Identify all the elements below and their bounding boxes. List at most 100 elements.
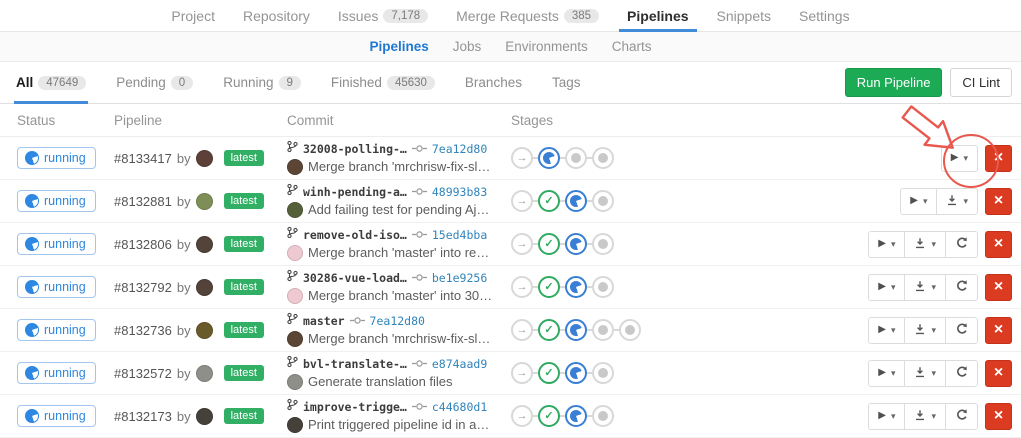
user-avatar[interactable] xyxy=(196,193,213,210)
pipeline-id-link[interactable]: #8132572 xyxy=(114,366,172,381)
stage-check-icon[interactable] xyxy=(538,276,560,298)
pipeline-id-link[interactable]: #8132881 xyxy=(114,194,172,209)
tab-running[interactable]: Running9 xyxy=(223,62,301,103)
stage-running-icon[interactable] xyxy=(565,319,587,341)
commit-message-link[interactable]: Print triggered pipeline id in a… xyxy=(308,416,489,434)
retry-button[interactable] xyxy=(945,232,977,257)
cancel-pipeline-button[interactable] xyxy=(985,317,1012,344)
play-button[interactable]: ▶▾ xyxy=(869,232,904,257)
download-artifacts-button[interactable]: ▾ xyxy=(904,361,945,386)
commit-author-avatar[interactable] xyxy=(287,202,303,218)
stage-dot-icon[interactable] xyxy=(592,276,614,298)
stage-arrow-icon[interactable] xyxy=(511,147,533,169)
commit-message-link[interactable]: Merge branch 'master' into 30… xyxy=(308,287,492,305)
subnav-item-charts[interactable]: Charts xyxy=(612,39,652,54)
stage-arrow-icon[interactable] xyxy=(511,233,533,255)
stage-dot-icon[interactable] xyxy=(592,147,614,169)
nav-item-settings[interactable]: Settings xyxy=(799,0,850,31)
commit-message-link[interactable]: Merge branch 'master' into re… xyxy=(308,244,489,262)
retry-button[interactable] xyxy=(945,404,977,429)
play-button[interactable]: ▶▾ xyxy=(869,361,904,386)
tab-branches[interactable]: Branches xyxy=(465,62,522,103)
retry-button[interactable] xyxy=(945,275,977,300)
stage-running-icon[interactable] xyxy=(565,405,587,427)
tab-pending[interactable]: Pending0 xyxy=(116,62,193,103)
stage-check-icon[interactable] xyxy=(538,233,560,255)
stage-dot-icon[interactable] xyxy=(592,233,614,255)
subnav-item-jobs[interactable]: Jobs xyxy=(453,39,482,54)
cancel-pipeline-button[interactable] xyxy=(985,188,1012,215)
commit-message-link[interactable]: Merge branch 'mrchrisw-fix-sl… xyxy=(308,330,490,348)
download-artifacts-button[interactable]: ▾ xyxy=(904,232,945,257)
pipeline-id-link[interactable]: #8132792 xyxy=(114,280,172,295)
ci-lint-button[interactable]: CI Lint xyxy=(950,68,1012,97)
commit-author-avatar[interactable] xyxy=(287,374,303,390)
retry-button[interactable] xyxy=(945,361,977,386)
branch-link[interactable]: winh-pending-a… xyxy=(303,183,407,201)
stage-check-icon[interactable] xyxy=(538,405,560,427)
play-button[interactable]: ▶▾ xyxy=(869,404,904,429)
stage-arrow-icon[interactable] xyxy=(511,319,533,341)
stage-running-icon[interactable] xyxy=(538,147,560,169)
commit-author-avatar[interactable] xyxy=(287,417,303,433)
commit-message-link[interactable]: Merge branch 'mrchrisw-fix-sl… xyxy=(308,158,490,176)
stage-arrow-icon[interactable] xyxy=(511,405,533,427)
run-pipeline-button[interactable]: Run Pipeline xyxy=(845,68,943,97)
stage-arrow-icon[interactable] xyxy=(511,362,533,384)
user-avatar[interactable] xyxy=(196,322,213,339)
download-artifacts-button[interactable]: ▾ xyxy=(904,275,945,300)
retry-button[interactable] xyxy=(945,318,977,343)
nav-item-merge-requests[interactable]: Merge Requests385 xyxy=(456,0,599,31)
status-badge[interactable]: running xyxy=(17,233,96,255)
status-badge[interactable]: running xyxy=(17,276,96,298)
commit-sha-link[interactable]: c44680d1 xyxy=(432,398,487,416)
branch-link[interactable]: master xyxy=(303,312,345,330)
stage-dot-icon[interactable] xyxy=(592,405,614,427)
status-badge[interactable]: running xyxy=(17,362,96,384)
nav-item-project[interactable]: Project xyxy=(171,0,215,31)
pipeline-id-link[interactable]: #8133417 xyxy=(114,151,172,166)
status-badge[interactable]: running xyxy=(17,405,96,427)
stage-arrow-icon[interactable] xyxy=(511,276,533,298)
stage-dot-icon[interactable] xyxy=(592,190,614,212)
branch-link[interactable]: 32008-polling-… xyxy=(303,140,407,158)
stage-dot-icon[interactable] xyxy=(565,147,587,169)
nav-item-repository[interactable]: Repository xyxy=(243,0,310,31)
commit-sha-link[interactable]: 15ed4bba xyxy=(432,226,487,244)
user-avatar[interactable] xyxy=(196,365,213,382)
play-button[interactable]: ▶▾ xyxy=(901,189,936,214)
branch-link[interactable]: 30286-vue-load… xyxy=(303,269,407,287)
commit-author-avatar[interactable] xyxy=(287,288,303,304)
commit-message-link[interactable]: Generate translation files xyxy=(308,373,453,391)
subnav-item-pipelines[interactable]: Pipelines xyxy=(369,39,428,54)
tab-all[interactable]: All47649 xyxy=(16,62,86,103)
status-badge[interactable]: running xyxy=(17,319,96,341)
cancel-pipeline-button[interactable] xyxy=(985,403,1012,430)
play-button[interactable]: ▶▾ xyxy=(869,318,904,343)
download-artifacts-button[interactable]: ▾ xyxy=(936,189,977,214)
stage-dot-icon[interactable] xyxy=(592,362,614,384)
stage-check-icon[interactable] xyxy=(538,190,560,212)
commit-author-avatar[interactable] xyxy=(287,159,303,175)
pipeline-id-link[interactable]: #8132806 xyxy=(114,237,172,252)
branch-link[interactable]: remove-old-iso… xyxy=(303,226,407,244)
user-avatar[interactable] xyxy=(196,279,213,296)
stage-dot-icon[interactable] xyxy=(619,319,641,341)
cancel-pipeline-button[interactable] xyxy=(985,145,1012,172)
user-avatar[interactable] xyxy=(196,236,213,253)
stage-check-icon[interactable] xyxy=(538,362,560,384)
commit-sha-link[interactable]: 48993b83 xyxy=(432,183,487,201)
commit-sha-link[interactable]: 7ea12d80 xyxy=(432,140,487,158)
branch-link[interactable]: bvl-translate-… xyxy=(303,355,407,373)
branch-link[interactable]: improve-trigge… xyxy=(303,398,407,416)
stage-dot-icon[interactable] xyxy=(592,319,614,341)
status-badge[interactable]: running xyxy=(17,147,96,169)
download-artifacts-button[interactable]: ▾ xyxy=(904,404,945,429)
stage-check-icon[interactable] xyxy=(538,319,560,341)
stage-running-icon[interactable] xyxy=(565,233,587,255)
status-badge[interactable]: running xyxy=(17,190,96,212)
nav-item-snippets[interactable]: Snippets xyxy=(717,0,771,31)
play-button[interactable]: ▶▾ xyxy=(942,146,977,171)
stage-running-icon[interactable] xyxy=(565,190,587,212)
commit-sha-link[interactable]: 7ea12d80 xyxy=(370,312,425,330)
